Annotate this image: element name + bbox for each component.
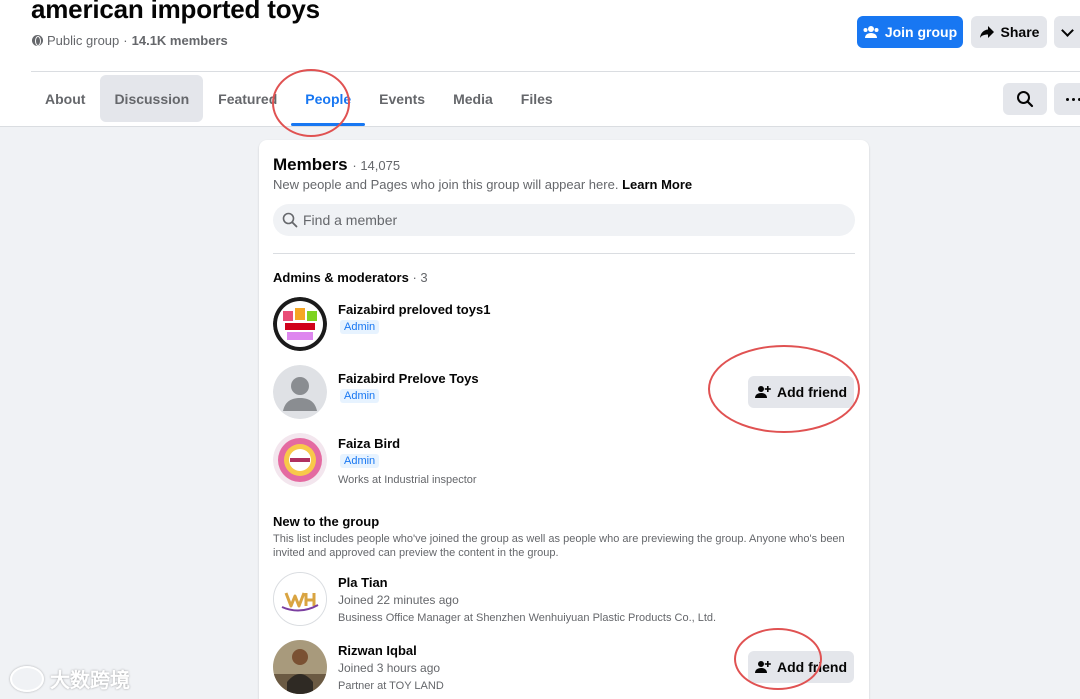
new-member-row: Rizwan Iqbal Joined 3 hours ago Partner …: [273, 640, 855, 696]
member-search-input[interactable]: [303, 212, 843, 228]
header-divider: [31, 71, 1080, 72]
admins-heading: Admins & moderators · 3: [273, 270, 428, 285]
group-meta: Public group · 14.1K members: [32, 33, 228, 48]
share-arrow-icon: [979, 26, 994, 38]
globe-icon: [32, 35, 43, 46]
dot-icon: [1072, 97, 1075, 101]
admin-badge: Admin: [340, 389, 380, 403]
add-friend-button[interactable]: Add friend: [748, 376, 854, 408]
meta-separator: ·: [123, 33, 128, 48]
faizabird-badge-avatar: [273, 433, 327, 487]
new-member-row: Pla Tian Joined 22 minutes ago Business …: [273, 572, 855, 628]
avatar[interactable]: [273, 365, 327, 419]
members-title: Members: [273, 155, 348, 174]
profile-photo-avatar: [273, 640, 327, 694]
member-search[interactable]: [273, 204, 855, 236]
people-icon: [863, 26, 879, 38]
admin-badge: Admin: [340, 454, 380, 468]
admins-title: Admins & moderators: [273, 270, 409, 285]
admin-badge: Admin: [340, 320, 380, 334]
member-name[interactable]: Rizwan Iqbal: [338, 643, 417, 658]
tab-discussion[interactable]: Discussion: [100, 75, 204, 122]
admins-count: · 3: [412, 270, 428, 285]
learn-more-link[interactable]: Learn More: [622, 177, 692, 192]
member-detail: Works at Industrial inspector: [338, 474, 477, 486]
tab-media[interactable]: Media: [439, 75, 507, 122]
new-members-heading: New to the group: [273, 514, 380, 529]
tab-people[interactable]: People: [291, 75, 366, 126]
members-card: Members · 14,075 New people and Pages wh…: [259, 140, 869, 699]
privacy-label: Public group: [47, 33, 120, 48]
more-options-dropdown[interactable]: [1054, 16, 1080, 48]
share-label: Share: [1000, 24, 1040, 40]
search-icon: [282, 212, 298, 228]
avatar[interactable]: [273, 433, 327, 487]
avatar[interactable]: [273, 572, 327, 626]
admin-row: Faizabird preloved toys1 Admin: [273, 297, 855, 353]
member-name[interactable]: Faizabird preloved toys1: [338, 302, 490, 317]
more-actions-button[interactable]: [1054, 83, 1080, 115]
group-title[interactable]: american imported toys: [31, 0, 320, 25]
joined-time: Joined 3 hours ago: [338, 661, 441, 675]
faizabird-logo-avatar: [273, 297, 327, 351]
watermark: 大数跨境: [10, 664, 130, 693]
member-detail: Partner at TOY LAND: [338, 680, 444, 692]
chevron-down-icon: [1060, 23, 1074, 37]
admin-row: Faiza Bird Admin Works at Industrial ins…: [273, 433, 855, 489]
tab-about[interactable]: About: [31, 75, 99, 122]
default-user-avatar: [273, 365, 327, 419]
tab-featured[interactable]: Featured: [204, 75, 291, 122]
watermark-text: 大数跨境: [50, 670, 130, 692]
members-subtitle-text: New people and Pages who join this group…: [273, 177, 619, 192]
joined-time: Joined 22 minutes ago: [338, 593, 459, 607]
add-friend-icon: [755, 386, 771, 398]
add-friend-icon: [755, 661, 771, 673]
group-tabs: About Discussion Featured People Events …: [31, 75, 567, 127]
add-friend-label: Add friend: [777, 384, 847, 400]
join-group-button[interactable]: Join group: [857, 16, 963, 48]
group-header: american imported toys Public group · 14…: [0, 0, 1080, 127]
share-button[interactable]: Share: [971, 16, 1047, 48]
avatar[interactable]: [273, 297, 327, 351]
members-heading: Members · 14,075: [273, 155, 400, 175]
member-name[interactable]: Faiza Bird: [338, 436, 400, 451]
members-total: · 14,075: [352, 158, 401, 173]
add-friend-label: Add friend: [777, 659, 847, 675]
member-name[interactable]: Pla Tian: [338, 575, 388, 590]
members-subtitle: New people and Pages who join this group…: [273, 177, 692, 192]
tab-events[interactable]: Events: [365, 75, 439, 122]
member-detail: Business Office Manager at Shenzhen Wenh…: [338, 612, 717, 624]
group-search-button[interactable]: [1003, 83, 1047, 115]
new-members-description: This list includes people who've joined …: [273, 533, 845, 559]
section-divider: [273, 253, 855, 254]
dot-icon: [1066, 97, 1069, 101]
join-group-label: Join group: [884, 24, 958, 40]
admin-row: Faizabird Prelove Toys Admin Add friend: [273, 365, 855, 421]
member-count[interactable]: 14.1K members: [132, 33, 228, 48]
company-logo-avatar: [274, 573, 326, 625]
watermark-logo-icon: [10, 665, 44, 692]
add-friend-button[interactable]: Add friend: [748, 651, 854, 683]
avatar[interactable]: [273, 640, 327, 694]
tab-files[interactable]: Files: [507, 75, 567, 122]
search-icon: [1017, 91, 1034, 108]
member-name[interactable]: Faizabird Prelove Toys: [338, 371, 479, 386]
